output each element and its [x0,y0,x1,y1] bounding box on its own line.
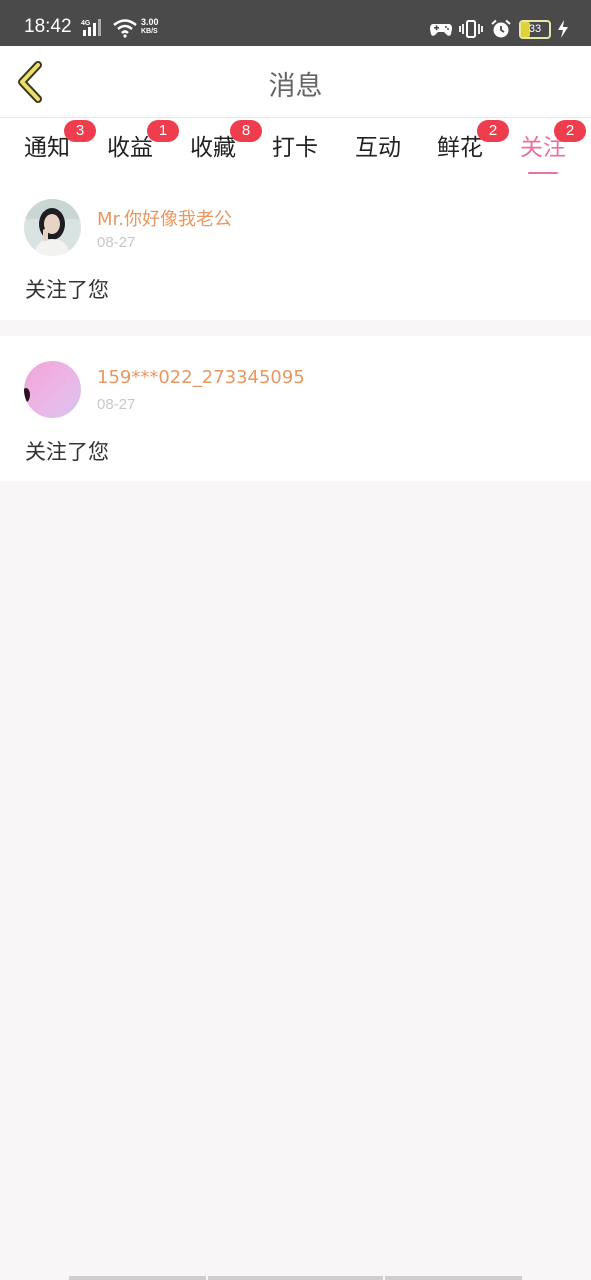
page-title: 消息 [268,71,323,102]
vibrate-icon [459,20,483,38]
tab-label: 互动 [355,135,401,161]
tab-notice[interactable]: 通知 3 [24,120,96,162]
list-item[interactable]: Mr.你好像我老公 08-27 关注了您 [0,174,591,320]
game-controller-icon [430,24,452,36]
message-text: 关注了您 [25,440,109,464]
battery-icon: 33 [519,19,551,39]
status-time: 18:42 [24,16,72,37]
network-type: 4G [81,20,91,27]
tab-flowers[interactable]: 鲜花 2 [437,120,509,162]
unread-badge: 8 [230,120,262,142]
battery-level: 33 [528,22,542,35]
network-speed: 3.00 KB/S [141,18,169,36]
nav-bar-hint [208,1276,383,1280]
nav-bar-hint [385,1276,522,1280]
tab-label: 打卡 [272,135,318,161]
unread-badge: 3 [64,120,96,142]
unread-badge: 1 [147,120,179,142]
username[interactable]: Mr.你好像我老公 [97,205,232,231]
user-photo-avatar[interactable] [24,199,81,256]
nav-bar-hint [69,1276,206,1280]
tab-label: 通知 [24,135,70,161]
unread-badge: 2 [477,120,509,142]
app-header: 消息 [0,46,591,118]
wifi-icon [112,18,138,38]
message-text: 关注了您 [25,278,109,302]
status-bar: 18:42 4G 3.00 KB/S 33 [0,0,591,46]
speed-value: 3.00 [141,17,159,27]
tab-favorites[interactable]: 收藏 8 [190,120,262,162]
tab-interaction[interactable]: 互动 [355,128,401,162]
tab-earnings[interactable]: 收益 1 [107,120,179,162]
charging-icon [558,20,568,38]
username[interactable]: 159***022_273345095 [97,367,305,388]
message-date: 08-27 [97,234,136,251]
message-date: 08-27 [97,396,136,413]
unread-badge: 2 [554,120,586,142]
tab-label: 鲜花 [437,135,483,161]
speed-unit: KB/S [141,28,158,35]
list-item[interactable]: 159***022_273345095 08-27 关注了您 [0,336,591,481]
signal-icon: 4G [81,18,107,38]
message-tabs: 通知 3 收益 1 收藏 8 打卡 互动 鲜花 2 关注 2 [0,118,591,175]
tab-label: 收藏 [190,135,236,161]
tab-label: 收益 [107,135,153,161]
pink-avatar[interactable] [24,361,81,418]
tab-checkin[interactable]: 打卡 [272,128,318,162]
alarm-icon [491,19,511,38]
tab-follow[interactable]: 关注 2 [520,120,586,175]
